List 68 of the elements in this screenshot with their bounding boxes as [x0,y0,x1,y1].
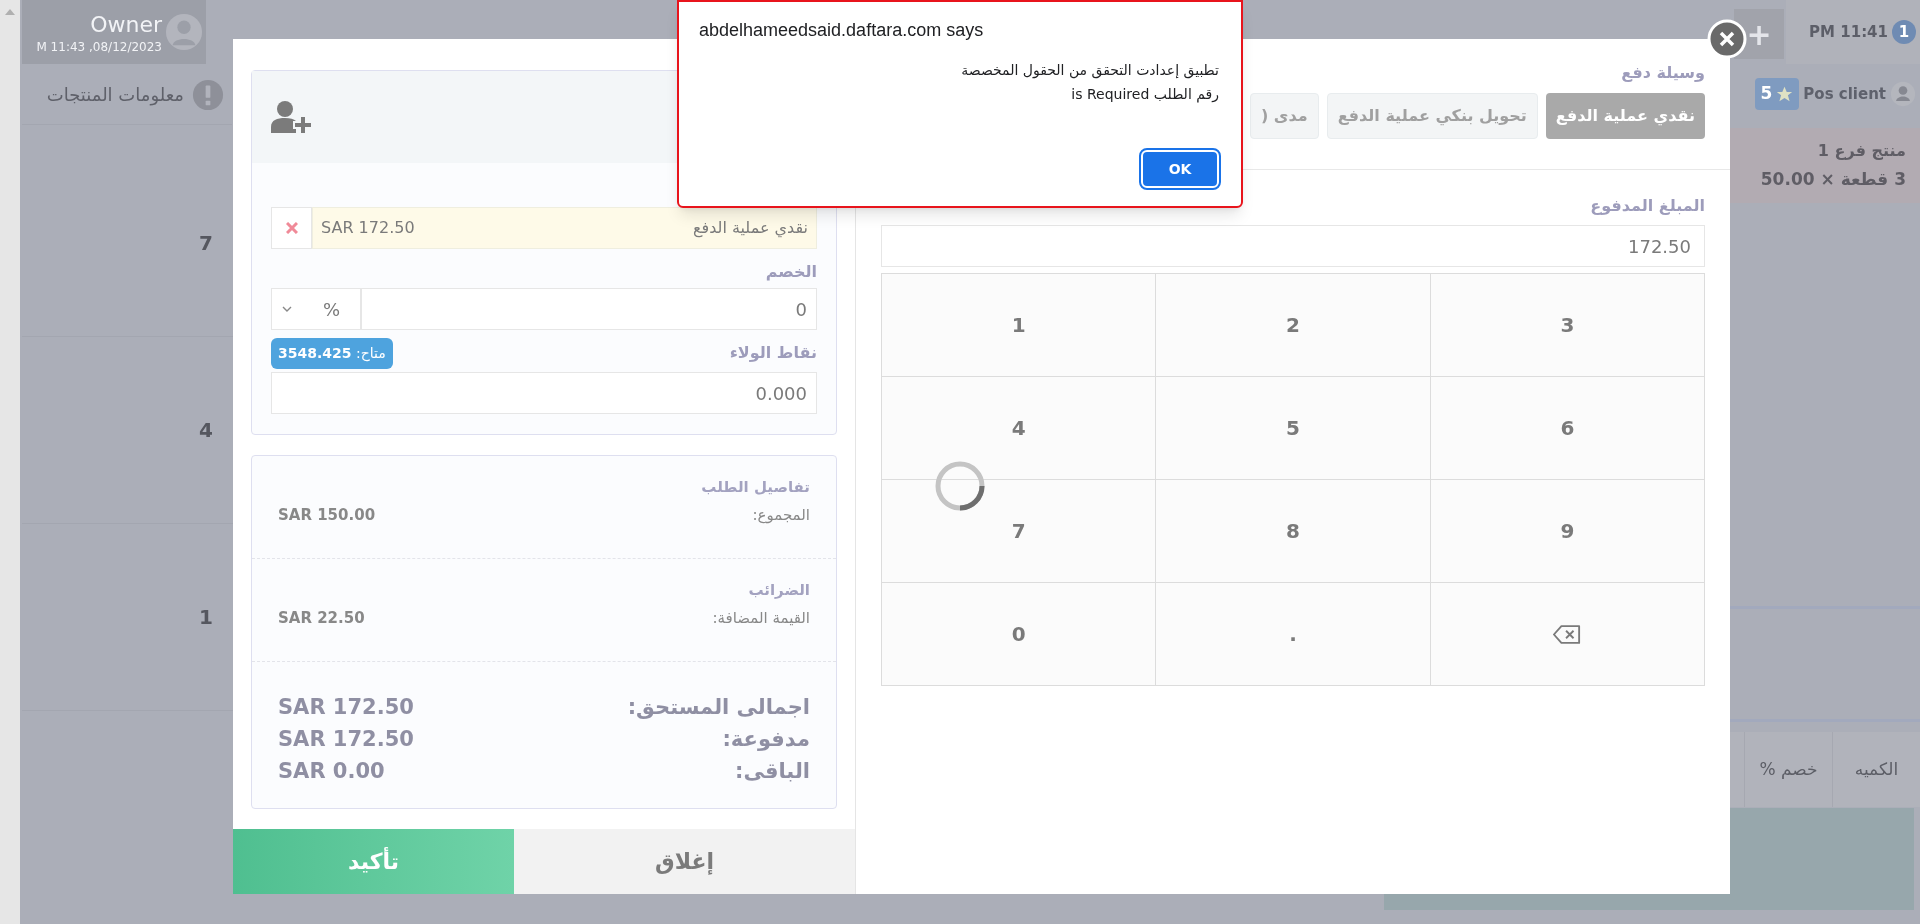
close-icon [285,222,298,234]
remove-button[interactable] [271,207,312,249]
backspace-key[interactable] [1429,583,1704,686]
alert-message: رقم الطلب is Required [1071,85,1219,105]
summary-label: القيمة المضافة: [712,608,810,629]
backspace-icon [1553,624,1582,644]
points-value: 5 [1760,82,1773,106]
amount-paid-label: المبلغ المدفوع [1590,195,1705,217]
item-line: 3 قطعة × 50.00 [1760,167,1906,191]
scrollbar[interactable] [0,0,20,924]
row-quantity: 7 [199,230,213,257]
section-title: معلومات المنتجات [46,83,184,108]
loyalty-label: نقاط الولاء [729,342,817,364]
ok-button[interactable]: OK [1141,150,1219,188]
total-label: اجمالى المستحق: [627,694,810,722]
column-header: الكميه [1832,732,1920,807]
row-quantity: 1 [199,604,213,631]
discount-label: الخصم [764,261,817,283]
user-icon [1890,81,1916,107]
total-value: SAR 172.50 [278,726,414,754]
keypad-key[interactable]: 9 [1429,480,1704,583]
summary-label: المجموع: [752,505,810,526]
total-label: الباقى: [735,758,810,786]
close-button[interactable]: إغلاق [514,829,855,894]
column-header: خصم % [1744,732,1832,807]
clock-time: PM 11:41 [1809,21,1888,43]
user-name: Owner [90,11,162,39]
cart-item[interactable]: منتج فرع 1 3 قطعة × 50.00 [1730,128,1920,203]
item-name: منتج فرع 1 [1817,139,1906,162]
payment-method: نقدي عملية الدفع [692,217,808,240]
client-name: Pos client [1803,83,1886,105]
payment-method-tab[interactable]: نقدي عملية الدفع [1545,93,1705,139]
keypad-key[interactable]: 8 [1155,480,1430,583]
section-heading: الضرائب [748,580,810,601]
keypad-key[interactable]: 5 [1155,377,1430,480]
alert-message: تطبيق إعدادت التحقق من الحقول المخصصة [961,61,1219,81]
scroll-up-icon[interactable] [5,9,15,15]
date-time: M 11:43 ,08/12/2023 [36,39,162,56]
summary-value: SAR 22.50 [278,608,365,629]
amount-paid-input[interactable]: 172.50 [881,225,1705,267]
keypad-key[interactable]: 1 [881,274,1156,377]
alert-icon [192,78,224,111]
chevron-down-icon [282,306,292,312]
row-quantity: 4 [199,417,213,444]
summary-value: SAR 150.00 [278,505,376,526]
session-badge: 1 [1892,20,1916,44]
star-icon [1776,85,1794,103]
alert-title: abdelhameedsaid.daftara.com says [698,19,985,42]
keypad-key[interactable]: 4 [881,377,1156,480]
keypad-key[interactable]: 7 [881,480,1156,583]
keypad-key[interactable]: 3 [1429,274,1704,377]
total-label: مدفوعة: [722,726,810,754]
close-icon[interactable] [1707,19,1747,59]
payment-method-tab[interactable]: تحويل بنكي عملية الدفع [1326,93,1538,139]
payment-method-tab[interactable]: مدى ( [1250,93,1319,139]
keypad-key[interactable]: 6 [1429,377,1704,480]
total-value: SAR 0.00 [278,758,385,786]
keypad-key[interactable]: 0 [881,583,1156,686]
section-heading: تفاصيل الطلب [701,477,810,498]
discount-type-select[interactable]: % [271,288,361,330]
keypad-key[interactable]: . [1155,583,1430,686]
keypad-key[interactable]: 2 [1155,274,1430,377]
loyalty-input[interactable]: 0.000 [271,372,817,414]
total-value: SAR 172.50 [278,694,414,722]
select-value: % [322,297,341,322]
payment-method-label: وسيلة دفع [1621,62,1705,84]
discount-input[interactable]: 0 [361,288,817,330]
payment-amount: SAR 172.50 [321,217,415,239]
